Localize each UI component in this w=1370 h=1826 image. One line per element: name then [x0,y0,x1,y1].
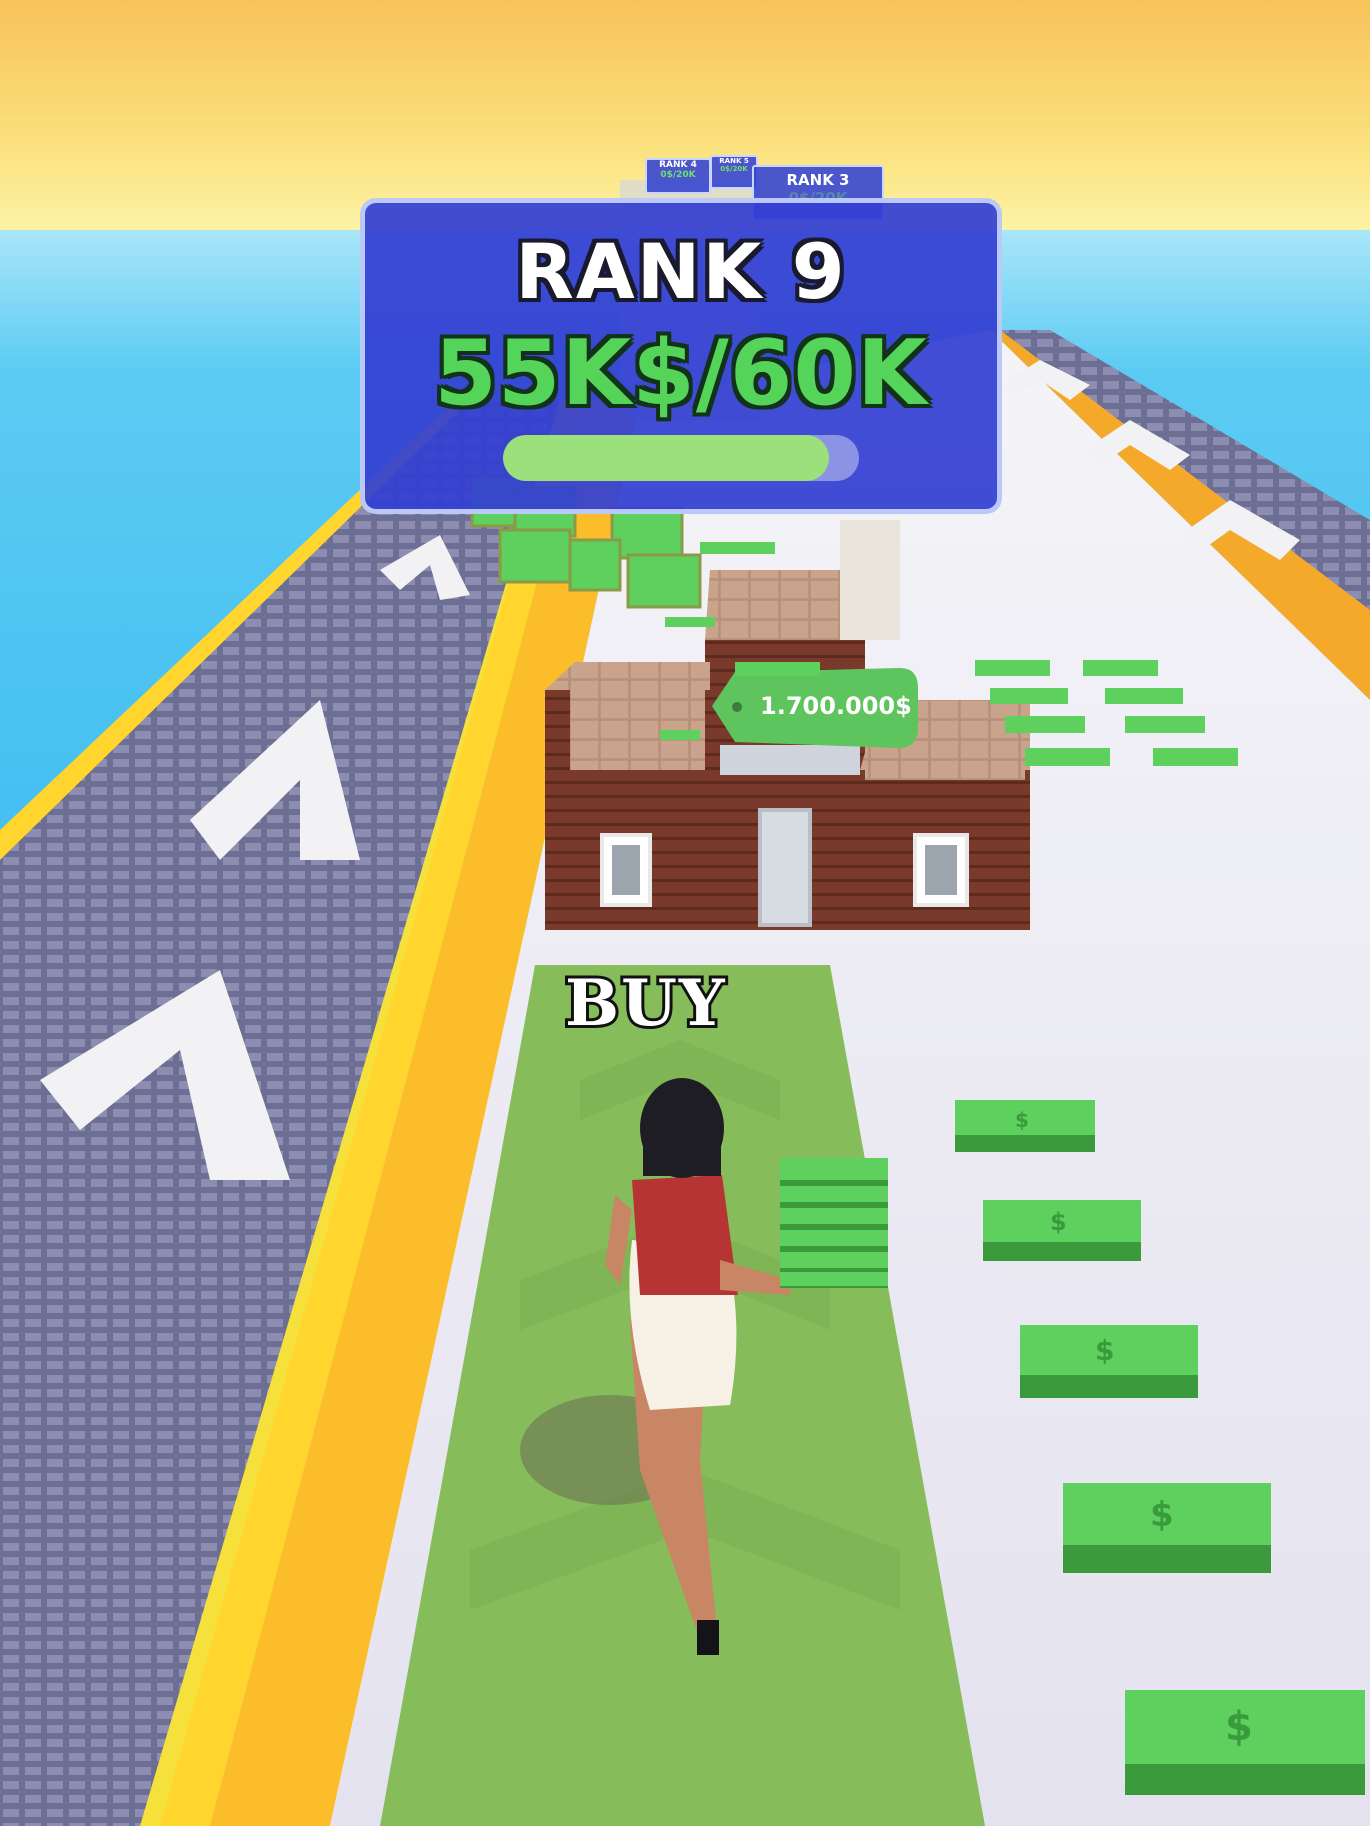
cash-bundle-icon: $ [1125,1690,1365,1795]
cash-bundle-icon: $ [983,1200,1141,1261]
svg-text:$: $ [1225,1704,1253,1750]
building-price-tag: 1.700.000$ [712,668,918,748]
rank-panel: RANK 9 55K$/60K [360,198,1002,514]
leaderboard-rank-4: RANK 4 0$/20K [645,158,711,194]
cash-bundle-icon: $ [1063,1483,1271,1573]
buy-label: BUY [565,966,727,1041]
svg-text:$: $ [1150,1495,1174,1535]
carried-cash-stack [780,1158,888,1288]
cash-bundle-icon: $ [955,1100,1095,1152]
price-label: 1.700.000$ [760,692,912,720]
svg-text:$: $ [1015,1108,1029,1132]
cash-bundle-icon: $ [1020,1325,1198,1398]
svg-text:$: $ [1095,1334,1114,1367]
rank-progress-bar [503,435,859,481]
svg-text:$: $ [1050,1208,1067,1236]
rank-progress-text: 55K$/60K [434,321,928,426]
rank-progress-fill [503,435,830,481]
rank-title: RANK 9 [515,227,847,316]
leaderboard-rank-5: RANK 5 0$/20K [710,155,758,189]
